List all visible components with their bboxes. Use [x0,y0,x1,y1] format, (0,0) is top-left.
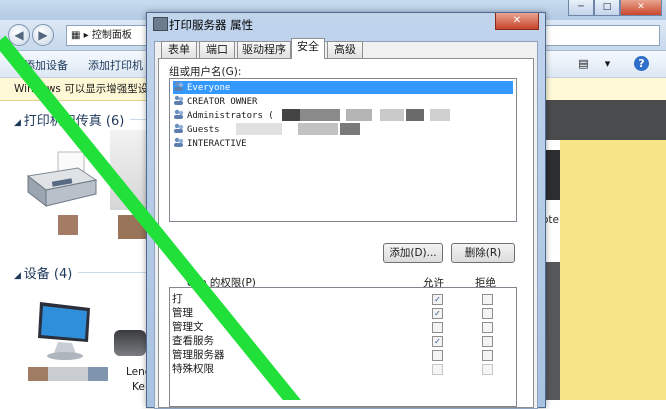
deny-checkbox[interactable] [482,308,493,319]
redaction-block [282,109,300,121]
redacted-label [58,215,78,235]
close-icon[interactable]: ✕ [495,13,539,30]
user-group-icon [173,123,184,134]
deny-checkbox[interactable] [482,350,493,361]
add-printer-button[interactable]: 添加打印机 [88,57,143,73]
deny-checkbox[interactable] [482,336,493,347]
section-devices-label: 设备 (4) [23,267,73,282]
permission-name: 特殊权限 [172,363,214,375]
user-name: Guests [187,125,220,135]
printer-icon[interactable] [110,130,146,210]
close-icon[interactable]: ✕ [620,0,662,16]
collapse-arrow-icon: ◢ [14,118,24,128]
permission-row: 管理 机 ✓ [172,306,512,320]
help-icon[interactable]: ? [634,56,649,71]
view-options-icon[interactable]: ▤ [576,56,591,71]
minimize-icon[interactable]: ─ [568,0,594,16]
tab-ports[interactable]: 端口 [199,41,235,58]
redacted-label [118,215,146,239]
deny-checkbox[interactable] [482,294,493,305]
permission-name: 管理服务器 [172,349,225,361]
user-name: INTERACTIVE [187,139,247,149]
list-item[interactable]: Administrators ( [173,109,513,122]
allow-checkbox[interactable] [432,364,443,375]
redaction-block [346,109,372,121]
permission-name: 管理 [172,307,193,319]
tab-drivers[interactable]: 驱动程序 [237,41,291,58]
deny-checkbox[interactable] [482,322,493,333]
redacted-label [88,367,108,381]
permission-name-suffix: 机 [215,307,226,319]
permission-row: 打 ✓ [172,292,512,306]
add-button[interactable]: 添加(D)... [383,243,443,263]
window-controls: ─ □ ✕ [568,0,662,16]
deny-checkbox[interactable] [482,364,493,375]
redacted-label [48,367,88,381]
allow-checkbox[interactable] [432,322,443,333]
section-devices[interactable]: ◢ 设备 (4) [14,263,72,282]
background-panel [560,140,666,400]
user-group-icon [173,95,184,106]
info-bar-text: Windows 可以显示增强型设 [14,83,149,95]
redacted-label [28,367,48,381]
dialog-title: 打印服务器 属性 [169,18,254,32]
printer-icon [153,17,168,31]
redaction-block [298,123,338,135]
user-group-icon [173,137,184,148]
divider [78,272,146,273]
redaction-block [300,109,340,121]
permission-row: 管理文 [172,320,512,334]
add-device-button[interactable]: 添加设备 [24,57,68,73]
dialog-body: 表单 端口 驱动程序 安全 高级 组或用户名(G): Everyone CREA… [154,38,538,409]
list-item[interactable]: CREATOR OWNER [173,95,513,108]
keyboard-icon[interactable] [114,330,146,356]
forward-arrow-icon[interactable]: ▶ [32,24,54,46]
permissions-list[interactable]: 打 ✓ 管理 机 ✓ 管理文 查看服务 ✓ 管理服务器 特殊权限 [169,287,517,407]
remove-button[interactable]: 删除(R) [451,243,515,263]
redaction-block [380,109,404,121]
user-group-icon [173,81,184,92]
background-panel [540,100,666,140]
list-item[interactable]: INTERACTIVE [173,137,513,150]
tab-forms[interactable]: 表单 [161,41,197,58]
security-tab-panel: 组或用户名(G): Everyone CREATOR OWNER Adminis… [158,58,534,408]
permission-row: 管理服务器 [172,348,512,362]
permission-row: 查看服务 ✓ [172,334,512,348]
permission-name: 打 [172,293,183,305]
user-name: Administrators ( [187,111,274,121]
maximize-icon[interactable]: □ [594,0,620,16]
user-name: Everyone [187,83,231,93]
address-text: 控制面板 [91,30,132,41]
control-panel-icon: ▦ ▸ [71,30,92,41]
tab-advanced[interactable]: 高级 [327,41,363,58]
section-printers-label: 打印机和传真 (6) [23,114,125,129]
allow-checkbox[interactable] [432,350,443,361]
allow-checkbox[interactable]: ✓ [432,308,443,319]
print-server-properties-dialog: 打印服务器 属性 ✕ 表单 端口 驱动程序 安全 高级 组或用户名(G): Ev… [146,12,546,409]
divider [130,119,146,120]
back-arrow-icon[interactable]: ◀ [8,24,30,46]
user-group-icon [173,109,184,120]
user-name: CREATOR OWNER [187,97,258,107]
users-listbox[interactable]: Everyone CREATOR OWNER Administrators ( … [169,78,517,222]
redaction-block [406,109,424,121]
collapse-arrow-icon: ◢ [14,271,24,281]
redaction-block [430,109,450,121]
permission-name: 管理文 [172,321,204,333]
redaction-block [236,123,282,135]
section-printers[interactable]: ◢ 打印机和传真 (6) [14,110,124,129]
redaction-block [340,123,360,135]
allow-checkbox[interactable]: ✓ [432,336,443,347]
view-dropdown-icon[interactable]: ▾ [600,56,615,71]
list-item[interactable]: Everyone [173,81,513,94]
fax-printer-icon[interactable] [24,150,100,210]
permission-name: 查看服务 [172,335,214,347]
tab-security[interactable]: 安全 [291,38,325,59]
group-users-label: 组或用户名(G): [169,66,242,78]
monitor-icon[interactable] [34,298,96,362]
allow-checkbox[interactable]: ✓ [432,294,443,305]
device-label: Ke [132,381,145,393]
permission-row: 特殊权限 [172,362,512,376]
search-input[interactable] [544,25,660,46]
